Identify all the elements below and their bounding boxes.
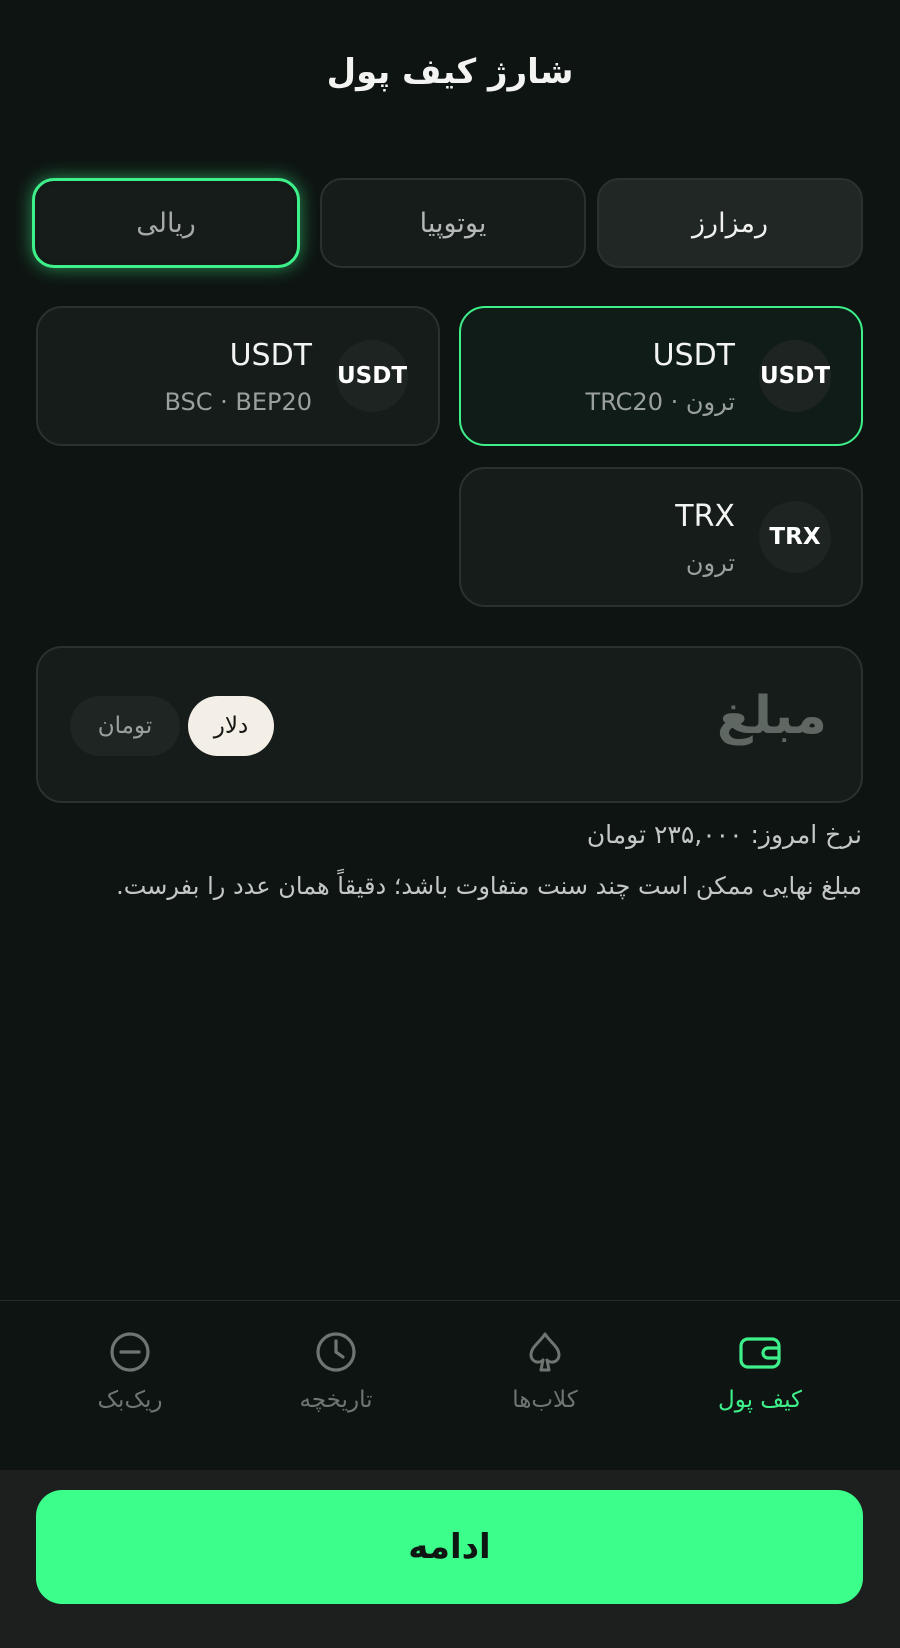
currency-usd-option[interactable]: دلار: [188, 696, 274, 756]
currency-toman-option[interactable]: تومان: [70, 696, 180, 756]
coin-name: USDT: [652, 338, 735, 373]
payment-method-tabs: رمزارز یوتوپیا ریالی: [32, 178, 863, 270]
minus-circle-icon: [110, 1332, 150, 1372]
nav-item-wallet[interactable]: کیف پول: [670, 1329, 850, 1449]
amount-placeholder: مبلغ: [716, 686, 827, 746]
nav-label-clubs: کلاب‌ها: [512, 1387, 578, 1413]
coin-network: ترون · TRC20: [585, 388, 735, 416]
usdt-coin-icon: USDT: [759, 340, 831, 412]
footer-bar: ادامه: [0, 1470, 900, 1648]
currency-toggle: دلار تومان: [70, 696, 276, 756]
nav-label-history: تاریخچه: [299, 1387, 373, 1413]
coin-card-trx[interactable]: TRX TRX ترون: [459, 467, 863, 607]
nav-item-rakeback[interactable]: ریک‌بک: [40, 1329, 220, 1449]
nav-item-clubs[interactable]: کلاب‌ها: [455, 1329, 635, 1449]
coin-card-usdt-trc20[interactable]: USDT USDT ترون · TRC20: [459, 306, 863, 446]
coin-network: BSC · BEP20: [164, 388, 312, 416]
wallet-icon: [739, 1337, 781, 1369]
amount-note-text: مبلغ نهایی ممکن است چند سنت متفاوت باشد؛…: [116, 872, 862, 900]
continue-button[interactable]: ادامه: [36, 1490, 863, 1604]
coin-network: ترون: [685, 549, 735, 577]
tab-rial[interactable]: ریالی: [32, 178, 300, 268]
wallet-charge-screen: شارژ کیف پول رمزارز یوتوپیا ریالی USDT U…: [0, 0, 900, 1648]
amount-input[interactable]: مبلغ دلار تومان: [36, 646, 863, 803]
bottom-navigation: کیف پول کلاب‌ها تاریخچه ریک‌بک: [0, 1300, 900, 1470]
page-title: شارژ کیف پول: [326, 52, 574, 92]
clock-icon: [316, 1332, 356, 1372]
tab-utopia[interactable]: یوتوپیا: [320, 178, 586, 268]
nav-item-history[interactable]: تاریخچه: [246, 1329, 426, 1449]
tab-crypto[interactable]: رمزارز: [597, 178, 863, 268]
coin-card-usdt-bep20[interactable]: USDT USDT BSC · BEP20: [36, 306, 440, 446]
coin-name: USDT: [229, 338, 312, 373]
coin-name: TRX: [675, 499, 735, 534]
usdt-coin-icon: USDT: [336, 340, 408, 412]
spade-icon: [529, 1332, 561, 1372]
nav-label-rakeback: ریک‌بک: [97, 1387, 163, 1413]
nav-label-wallet: کیف پول: [718, 1387, 803, 1413]
exchange-rate-text: نرخ امروز: ۲۳۵,۰۰۰ تومان: [586, 820, 862, 849]
trx-coin-icon: TRX: [759, 501, 831, 573]
